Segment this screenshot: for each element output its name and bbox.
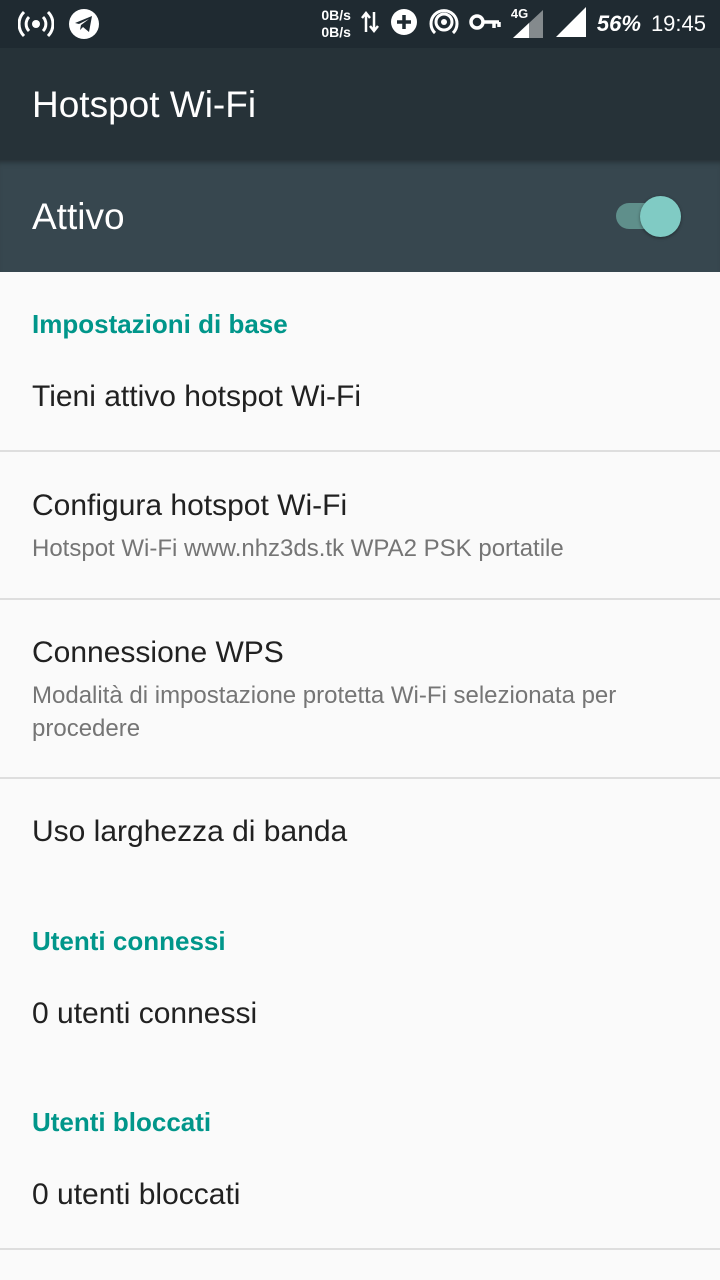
wps-connection-title[interactable]: Connessione WPS [32,636,284,670]
section-header-blocked-users: Utenti bloccati [32,1107,212,1137]
signal-icon [555,6,587,43]
data-saver-icon [389,7,419,42]
divider [0,598,720,600]
wps-connection-summary: Modalità di impostazione protetta Wi-Fi … [32,682,617,742]
vpn-key-icon [469,12,501,37]
master-switch-label: Attivo [32,196,125,237]
data-transfer-icon [360,8,379,41]
divider [0,1248,720,1250]
portable-hotspot-icon [429,7,459,42]
section-header-basic: Impostazioni di base [32,309,288,339]
configure-hotspot-summary: Hotspot Wi-Fi www.nhz3ds.tk WPA2 PSK por… [32,535,564,562]
telegram-icon [68,8,100,45]
app-bar: Hotspot Wi-Fi [0,48,720,160]
blocked-users-item[interactable]: 0 utenti bloccati [32,1178,240,1212]
connected-users-item[interactable]: 0 utenti connessi [32,997,257,1031]
toggle-thumb[interactable] [640,196,681,237]
speed-up-text: 0B/s [321,7,351,23]
configure-hotspot-title[interactable]: Configura hotspot Wi-Fi [32,489,347,523]
section-header-connected-users: Utenti connessi [32,926,226,956]
keep-active-hotspot-item[interactable]: Tieni attivo hotspot Wi-Fi [32,380,361,414]
clock: 19:45 [650,11,706,36]
status-bar: 0B/s 0B/s 4G 56% 19:45 [0,0,720,48]
page-title: Hotspot Wi-Fi [32,84,257,125]
signal-4g-icon: 4G [511,6,545,40]
network-speed: 0B/s 0B/s [321,7,351,41]
divider [0,777,720,779]
divider [0,450,720,452]
hotspot-icon [17,8,55,45]
master-switch-bar[interactable]: Attivo [0,160,720,272]
battery-text: 56% [596,11,641,36]
bandwidth-usage-item[interactable]: Uso larghezza di banda [32,815,347,849]
speed-down-text: 0B/s [321,24,351,40]
